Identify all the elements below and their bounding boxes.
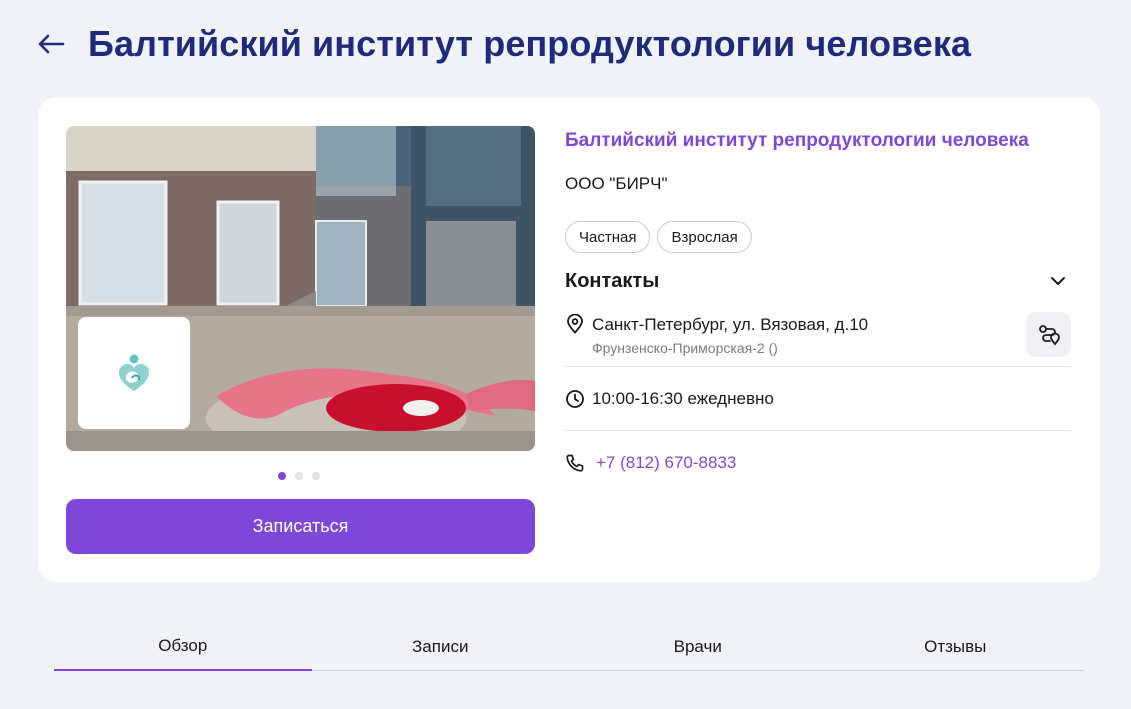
working-hours: 10:00-16:30 ежедневно: [592, 388, 774, 408]
tab-doctors[interactable]: Врачи: [569, 626, 827, 670]
clinic-photo-carousel[interactable]: [66, 126, 535, 451]
address-text: Санкт-Петербург, ул. Вязовая, д.10: [592, 315, 869, 334]
page-title: Балтийский институт репродуктологии чело…: [88, 23, 972, 64]
tag-private: Частная: [565, 221, 651, 253]
location-pin-icon: [565, 314, 585, 334]
clinic-logo: [78, 317, 190, 429]
route-icon: [1038, 324, 1060, 345]
address-row: Санкт-Петербург, ул. Вязовая, д.10 Фрунз…: [565, 297, 1071, 367]
page-header: Балтийский институт репродуктологии чело…: [36, 18, 971, 70]
clinic-name: Балтийский институт репродуктологии чело…: [565, 130, 1029, 151]
contacts-header[interactable]: Контакты: [565, 265, 1071, 297]
route-button[interactable]: [1026, 312, 1071, 357]
clinic-tabs: Обзор Записи Врачи Отзывы: [54, 626, 1084, 671]
tab-appointments[interactable]: Записи: [312, 626, 570, 670]
back-button[interactable]: [36, 29, 66, 59]
clinic-card: Записаться Балтийский институт репродукт…: [38, 97, 1100, 582]
hours-row: 10:00-16:30 ежедневно: [565, 367, 1071, 431]
contacts-title: Контакты: [565, 269, 660, 292]
book-appointment-button[interactable]: Записаться: [66, 499, 535, 554]
carousel-dot[interactable]: [278, 472, 286, 480]
arrow-left-icon: [38, 34, 65, 54]
clock-icon: [565, 389, 585, 409]
carousel-pagination: [278, 472, 320, 480]
tab-overview[interactable]: Обзор: [54, 626, 312, 671]
heart-logo-icon: [118, 354, 150, 391]
metro-station: Фрунзенско-Приморская-2 (): [592, 340, 778, 356]
clinic-tags: Частная Взрослая: [565, 221, 1071, 253]
chevron-down-icon[interactable]: [1047, 270, 1069, 292]
carousel-dot[interactable]: [312, 472, 320, 480]
tab-reviews[interactable]: Отзывы: [827, 626, 1085, 670]
phone-icon: [565, 453, 585, 473]
carousel-dot[interactable]: [295, 472, 303, 480]
clinic-info: Балтийский институт репродуктологии чело…: [565, 127, 1071, 495]
clinic-legal-name: ООО "БИРЧ": [565, 174, 668, 193]
tag-adult: Взрослая: [657, 221, 752, 253]
phone-row: +7 (812) 670-8833: [565, 431, 1071, 495]
phone-link[interactable]: +7 (812) 670-8833: [596, 453, 736, 473]
